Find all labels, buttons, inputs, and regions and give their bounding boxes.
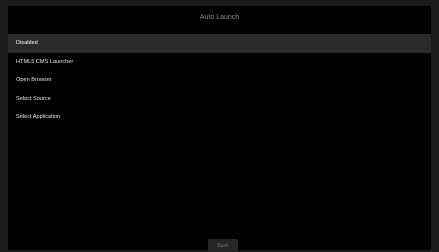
menu-item-html5-cms-launcher[interactable]: HTML5 CMS Launcher [8, 53, 431, 72]
auto-launch-panel: Auto Launch Disabled HTML5 CMS Launcher … [8, 6, 431, 252]
menu-item-select-application[interactable]: Select Application [8, 108, 431, 127]
menu-item-select-source[interactable]: Select Source [8, 90, 431, 109]
page-title: Auto Launch [199, 14, 240, 21]
auto-launch-menu: Disabled HTML5 CMS Launcher Open Browser… [8, 34, 431, 127]
menu-item-disabled[interactable]: Disabled [8, 34, 431, 53]
auto-launch-screen: Auto Launch Disabled HTML5 CMS Launcher … [0, 0, 439, 252]
menu-item-open-browser[interactable]: Open Browser [8, 71, 431, 90]
back-button[interactable]: Back [208, 239, 238, 252]
